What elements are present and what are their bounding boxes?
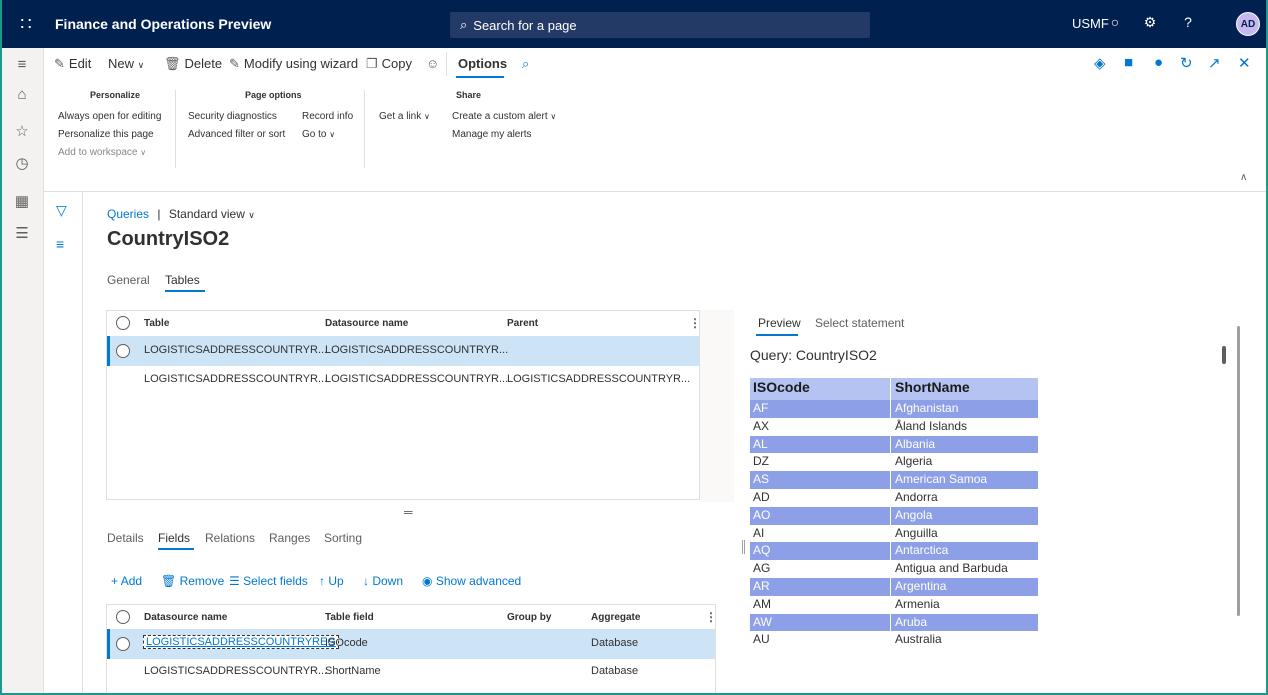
window-frame	[0, 0, 1268, 695]
